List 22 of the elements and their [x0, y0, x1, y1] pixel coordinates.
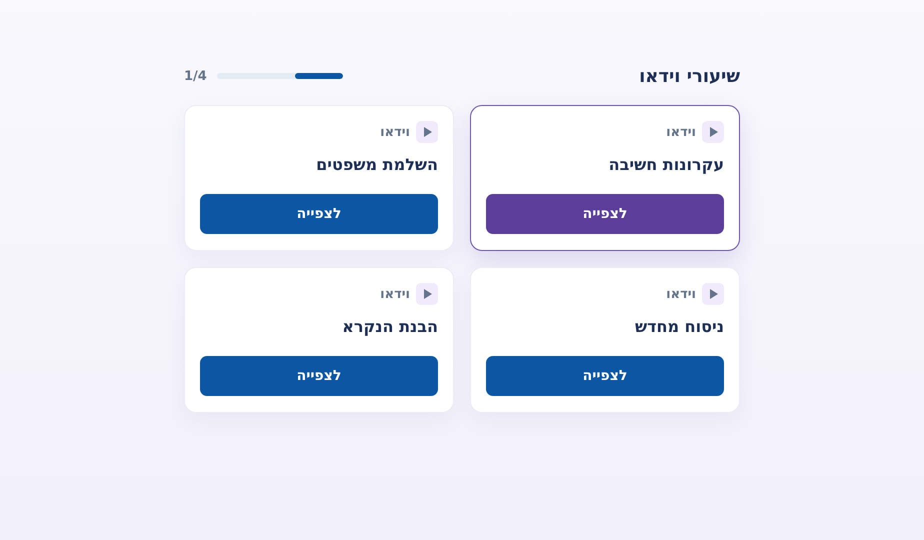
watch-button[interactable]: לצפייה [200, 356, 438, 396]
lesson-card[interactable]: וידאו השלמת משפטים לצפייה [184, 105, 454, 251]
play-icon [416, 283, 438, 305]
lesson-title: ניסוח מחדש [634, 317, 724, 338]
lesson-title: השלמת משפטים [315, 155, 438, 176]
lesson-card[interactable]: וידאו עקרונות חשיבה לצפייה [470, 105, 740, 251]
video-label: וידאו [380, 124, 410, 140]
video-label: וידאו [380, 286, 410, 302]
watch-button[interactable]: לצפייה [486, 194, 724, 234]
play-icon [702, 121, 724, 143]
lesson-title: עקרונות חשיבה [608, 155, 724, 176]
video-label: וידאו [666, 124, 696, 140]
lesson-card[interactable]: וידאו ניסוח מחדש לצפייה [470, 267, 740, 413]
page-title: שיעורי וידאו [639, 66, 740, 86]
watch-button[interactable]: לצפייה [486, 356, 724, 396]
lesson-card[interactable]: וידאו הבנת הנקרא לצפייה [184, 267, 454, 413]
play-icon [702, 283, 724, 305]
watch-button[interactable]: לצפייה [200, 194, 438, 234]
play-icon [416, 121, 438, 143]
video-label: וידאו [666, 286, 696, 302]
progress-counter: 1/4 [184, 68, 207, 84]
lesson-title: הבנת הנקרא [341, 317, 438, 338]
